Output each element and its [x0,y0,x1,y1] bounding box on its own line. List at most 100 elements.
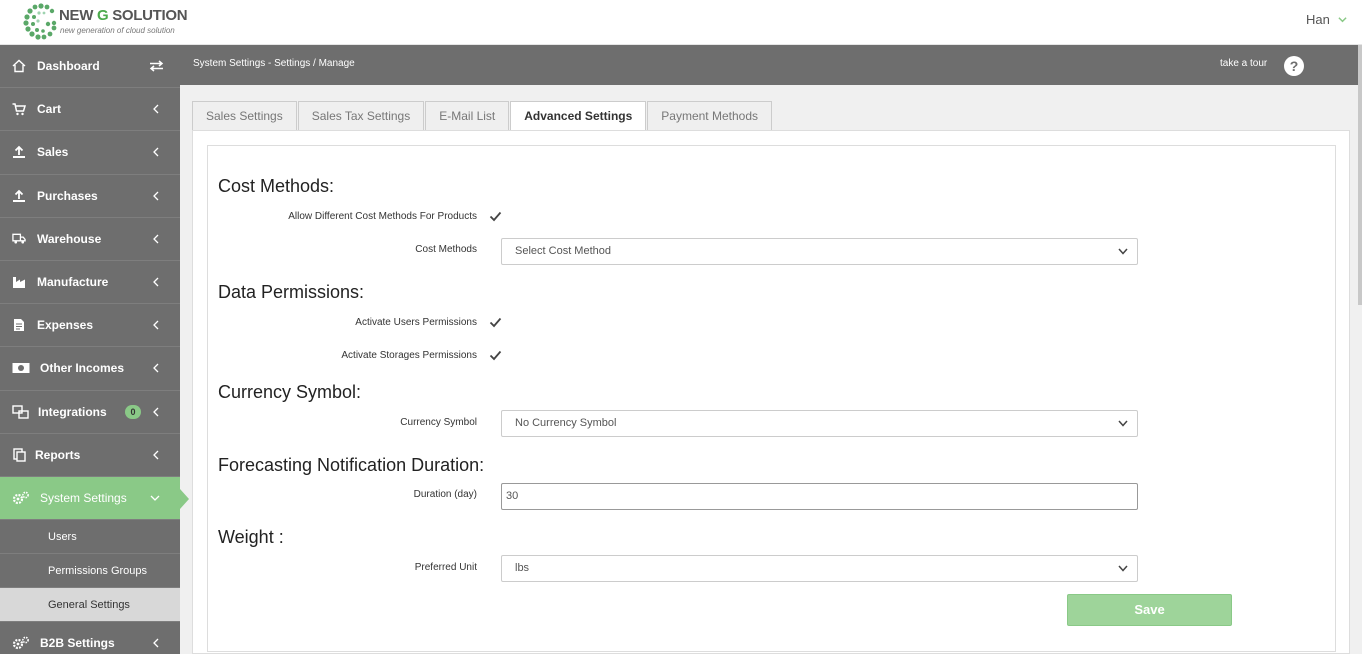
sidebar: Dashboard Cart Sales Purchases Warehouse… [0,45,189,654]
integration-icon [12,404,29,419]
sidebar-item-label: System Settings [40,490,127,505]
document-icon [12,318,26,332]
page-scrollbar[interactable] [1358,45,1362,305]
sidebar-item-label: Reports [35,447,81,462]
chevron-left-icon [153,638,159,648]
sidebar-item-sales[interactable]: Sales [0,131,180,175]
chevron-down-icon [1338,17,1347,23]
sidebar-item-purchases[interactable]: Purchases [0,175,180,218]
settings-tabs: Sales Settings Sales Tax Settings E-Mail… [192,101,773,130]
sidebar-item-cart[interactable]: Cart [0,88,180,132]
user-menu[interactable]: Han [1306,12,1347,27]
activate-users-permissions-checkbox[interactable] [489,316,502,329]
chevron-down-icon [1118,248,1128,255]
sidebar-item-label: Other Incomes [40,361,125,376]
sidebar-item-label: Dashboard [37,59,100,74]
sidebar-subitem-general-settings[interactable]: General Settings [0,588,180,623]
upload-icon [12,145,26,159]
chevron-left-icon [153,407,159,417]
data-permissions-heading: Data Permissions: [218,282,365,302]
currency-symbol-heading: Currency Symbol: [218,382,362,402]
duration-day-label: Duration (day) [413,489,477,500]
tab-sales-settings[interactable]: Sales Settings [192,101,297,130]
copy-icon [12,448,26,462]
sidebar-item-reports[interactable]: Reports [0,434,180,477]
sidebar-item-label: Warehouse [37,231,102,246]
logo-icon [23,3,57,40]
sidebar-item-expenses[interactable]: Expenses [0,304,180,348]
logo-title: NEW G SOLUTION [59,7,188,24]
sidebar-item-integrations[interactable]: Integrations 0 [0,391,180,434]
cost-methods-select[interactable]: Select Cost Method [501,238,1138,265]
money-icon [12,361,30,375]
sidebar-item-label: Sales [37,145,69,160]
forecasting-duration-heading: Forecasting Notification Duration: [218,455,485,475]
top-header: NEW G SOLUTION new generation of cloud s… [0,0,1362,45]
preferred-unit-label: Preferred Unit [414,562,477,573]
allow-different-cost-methods-checkbox[interactable] [489,210,502,223]
cost-methods-value: Select Cost Method [515,245,611,257]
take-tour-link[interactable]: take a tour [1220,58,1267,69]
sidebar-item-warehouse[interactable]: Warehouse [0,218,180,261]
sidebar-item-other-incomes[interactable]: Other Incomes [0,347,180,391]
preferred-unit-select[interactable]: lbs [501,555,1138,582]
tab-sales-tax-settings[interactable]: Sales Tax Settings [297,101,425,130]
logo-subtitle: new generation of cloud solution [60,26,175,35]
advanced-settings-form: Cost Methods: Allow Different Cost Metho… [207,145,1336,652]
sidebar-subitem-permissions-groups[interactable]: Permissions Groups [0,554,180,589]
sidebar-item-label: Cart [37,102,62,117]
chevron-left-icon [153,277,159,287]
chevron-left-icon [153,320,159,330]
chevron-down-icon [150,495,160,501]
duration-day-input[interactable]: 30 [501,483,1138,510]
logo[interactable]: NEW G SOLUTION new generation of cloud s… [22,2,188,42]
chevron-left-icon [153,148,159,157]
currency-symbol-select[interactable]: No Currency Symbol [501,410,1138,437]
sidebar-subitem-users[interactable]: Users [0,520,180,555]
home-icon [12,59,26,73]
sidebar-item-label: B2B Settings [40,636,115,651]
chevron-left-icon [153,104,159,114]
allow-different-cost-methods-label: Allow Different Cost Methods For Product… [288,211,477,222]
truck-icon [12,232,26,246]
sidebar-item-system-settings[interactable]: System Settings [0,476,189,521]
sidebar-item-dashboard[interactable]: Dashboard [0,45,180,89]
chevron-left-icon [153,363,159,373]
tab-advanced-settings[interactable]: Advanced Settings [510,101,647,130]
preferred-unit-value: lbs [515,562,530,574]
breadcrumb[interactable]: System Settings - Settings / Manage [193,58,355,69]
sidebar-item-label: Expenses [37,318,94,333]
currency-symbol-label: Currency Symbol [400,417,477,428]
chevron-left-icon [153,191,159,201]
chevron-left-icon [153,450,159,460]
factory-icon [12,275,26,289]
chevron-down-icon [1118,565,1128,572]
activate-storages-permissions-label: Activate Storages Permissions [341,350,477,361]
chevron-left-icon [153,234,159,244]
settings-panel: Cost Methods: Allow Different Cost Metho… [192,130,1350,654]
breadcrumb-bar: System Settings - Settings / Manage take… [180,45,1362,85]
help-icon[interactable]: ? [1284,56,1304,76]
tab-email-list[interactable]: E-Mail List [425,101,510,130]
weight-heading: Weight : [218,527,284,547]
upload-icon [12,189,26,203]
sidebar-item-b2b-settings[interactable]: B2B Settings [0,622,180,654]
swap-icon[interactable] [149,60,164,72]
tab-payment-methods[interactable]: Payment Methods [647,101,772,130]
sidebar-item-label: Purchases [37,188,98,203]
count-badge: 0 [125,404,141,419]
activate-users-permissions-label: Activate Users Permissions [355,317,477,328]
sidebar-item-manufacture[interactable]: Manufacture [0,261,180,305]
sidebar-item-label: Integrations [38,404,107,419]
sidebar-item-label: Manufacture [37,275,109,290]
save-button[interactable]: Save [1067,594,1232,626]
activate-storages-permissions-checkbox[interactable] [489,349,502,362]
currency-symbol-value: No Currency Symbol [515,417,617,429]
cost-methods-label: Cost Methods [415,244,477,255]
gears-icon [12,491,30,505]
chevron-down-icon [1118,420,1128,427]
cart-icon [12,102,26,116]
user-name: Han [1306,12,1330,27]
cost-methods-heading: Cost Methods: [218,176,335,196]
gears-icon [12,636,30,650]
